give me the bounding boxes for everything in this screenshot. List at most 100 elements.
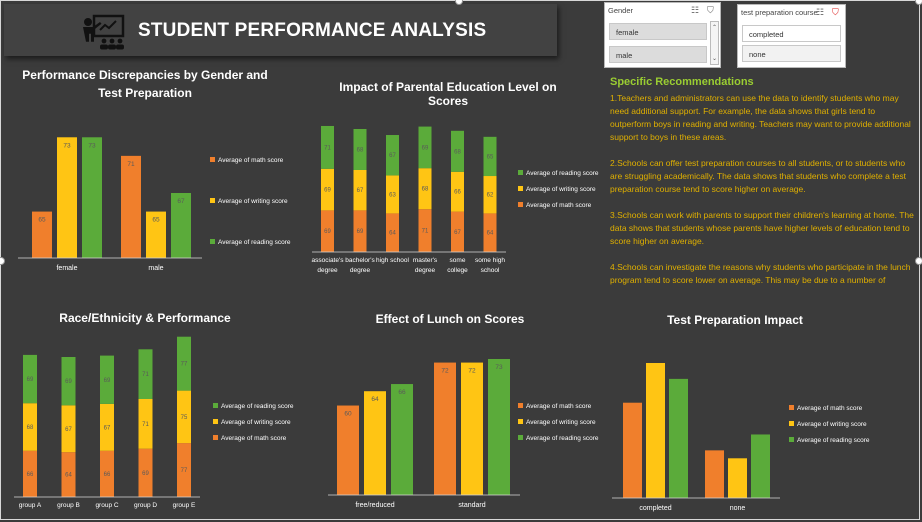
data-label: 69 bbox=[65, 379, 72, 385]
data-label: 68 bbox=[422, 187, 429, 193]
bar bbox=[728, 458, 747, 498]
data-label: 68 bbox=[27, 425, 34, 431]
data-label: 60 bbox=[344, 411, 352, 418]
data-label: 71 bbox=[127, 161, 135, 168]
data-label: 65 bbox=[487, 154, 494, 160]
data-label: 73 bbox=[88, 142, 96, 149]
legend-label: Average of reading score bbox=[797, 437, 870, 444]
legend-label: Average of reading score bbox=[526, 170, 599, 177]
category-label: degree bbox=[317, 267, 338, 274]
category-label: group C bbox=[95, 502, 118, 509]
category-label: degree bbox=[415, 267, 436, 274]
category-label: none bbox=[730, 505, 746, 512]
selection-handle[interactable] bbox=[915, 0, 922, 5]
selection-handle[interactable] bbox=[915, 257, 922, 265]
data-label: 66 bbox=[104, 472, 111, 478]
legend-swatch bbox=[213, 419, 218, 424]
legend-label: Average of math score bbox=[526, 202, 592, 209]
category-label: completed bbox=[639, 505, 671, 512]
data-label: 71 bbox=[324, 145, 331, 151]
bar bbox=[705, 450, 724, 498]
data-label: 67 bbox=[65, 427, 72, 433]
data-label: 66 bbox=[398, 389, 406, 396]
category-label: associate's bbox=[312, 257, 345, 264]
bar bbox=[434, 362, 456, 495]
data-label: 72 bbox=[468, 368, 476, 375]
data-label: 75 bbox=[181, 415, 188, 421]
bar bbox=[337, 405, 359, 495]
data-label: 65 bbox=[152, 217, 160, 224]
data-label: 69 bbox=[357, 229, 364, 235]
bar bbox=[57, 137, 77, 258]
data-label: 77 bbox=[181, 468, 188, 474]
category-label: standard bbox=[458, 502, 485, 509]
data-label: 72 bbox=[441, 368, 449, 375]
legend-swatch bbox=[210, 198, 215, 203]
category-label: group B bbox=[57, 502, 80, 509]
legend-label: Average of reading score bbox=[221, 403, 294, 410]
data-label: 67 bbox=[177, 198, 185, 205]
data-label: 69 bbox=[324, 229, 331, 235]
bar bbox=[461, 362, 483, 495]
category-label: college bbox=[447, 267, 468, 274]
legend-label: Average of reading score bbox=[218, 239, 291, 246]
data-label: 73 bbox=[63, 142, 71, 149]
bar bbox=[364, 391, 386, 495]
legend-label: Average of math score bbox=[526, 403, 592, 410]
legend-swatch bbox=[518, 202, 523, 207]
category-label: school bbox=[481, 267, 500, 274]
data-label: 64 bbox=[371, 396, 379, 403]
legend-label: Average of writing score bbox=[218, 198, 288, 205]
data-label: 69 bbox=[142, 471, 149, 477]
legend-swatch bbox=[518, 170, 523, 175]
legend-label: Average of writing score bbox=[526, 419, 596, 426]
bar bbox=[623, 402, 642, 498]
data-label: 65 bbox=[38, 217, 46, 224]
legend-label: Average of math score bbox=[218, 157, 284, 164]
legend-swatch bbox=[210, 239, 215, 244]
category-label: master's bbox=[413, 257, 438, 264]
legend-label: Average of math score bbox=[221, 435, 287, 442]
legend-swatch bbox=[789, 421, 794, 426]
data-label: 71 bbox=[142, 422, 149, 428]
data-label: 67 bbox=[357, 188, 364, 194]
legend-swatch bbox=[518, 186, 523, 191]
bar bbox=[82, 137, 102, 258]
bar bbox=[669, 378, 688, 498]
legend-swatch bbox=[213, 403, 218, 408]
category-label: female bbox=[56, 265, 77, 272]
legend-label: Average of math score bbox=[797, 405, 863, 412]
data-label: 64 bbox=[65, 473, 72, 479]
category-label: male bbox=[148, 265, 163, 272]
data-label: 68 bbox=[454, 149, 461, 155]
category-label: bachelor's bbox=[345, 257, 375, 264]
data-label: 64 bbox=[487, 231, 494, 237]
data-label: 69 bbox=[324, 188, 331, 194]
category-label: degree bbox=[350, 267, 371, 274]
data-label: 69 bbox=[422, 145, 429, 151]
bar bbox=[391, 384, 413, 495]
category-label: some high bbox=[475, 257, 505, 264]
legend-swatch bbox=[213, 435, 218, 440]
category-label: high school bbox=[376, 257, 409, 264]
data-label: 67 bbox=[389, 153, 396, 159]
legend-swatch bbox=[789, 437, 794, 442]
legend-label: Average of writing score bbox=[221, 419, 291, 426]
category-label: group E bbox=[173, 502, 196, 509]
legend-swatch bbox=[518, 419, 523, 424]
data-label: 71 bbox=[422, 229, 429, 235]
bar bbox=[646, 363, 665, 498]
category-label: some bbox=[450, 257, 466, 264]
data-label: 73 bbox=[495, 364, 503, 371]
data-label: 66 bbox=[27, 472, 34, 478]
data-label: 68 bbox=[357, 147, 364, 153]
data-label: 62 bbox=[487, 193, 494, 199]
gender-bar-chart: 65 73 73 female 71 65 67 male Average of math sc… bbox=[14, 125, 870, 512]
legend-swatch bbox=[518, 435, 523, 440]
category-label: group A bbox=[19, 502, 42, 509]
data-label: 67 bbox=[104, 425, 111, 431]
data-label: 69 bbox=[104, 378, 111, 384]
data-label: 67 bbox=[454, 230, 461, 236]
data-label: 63 bbox=[389, 192, 396, 198]
legend-label: Average of reading score bbox=[526, 435, 599, 442]
